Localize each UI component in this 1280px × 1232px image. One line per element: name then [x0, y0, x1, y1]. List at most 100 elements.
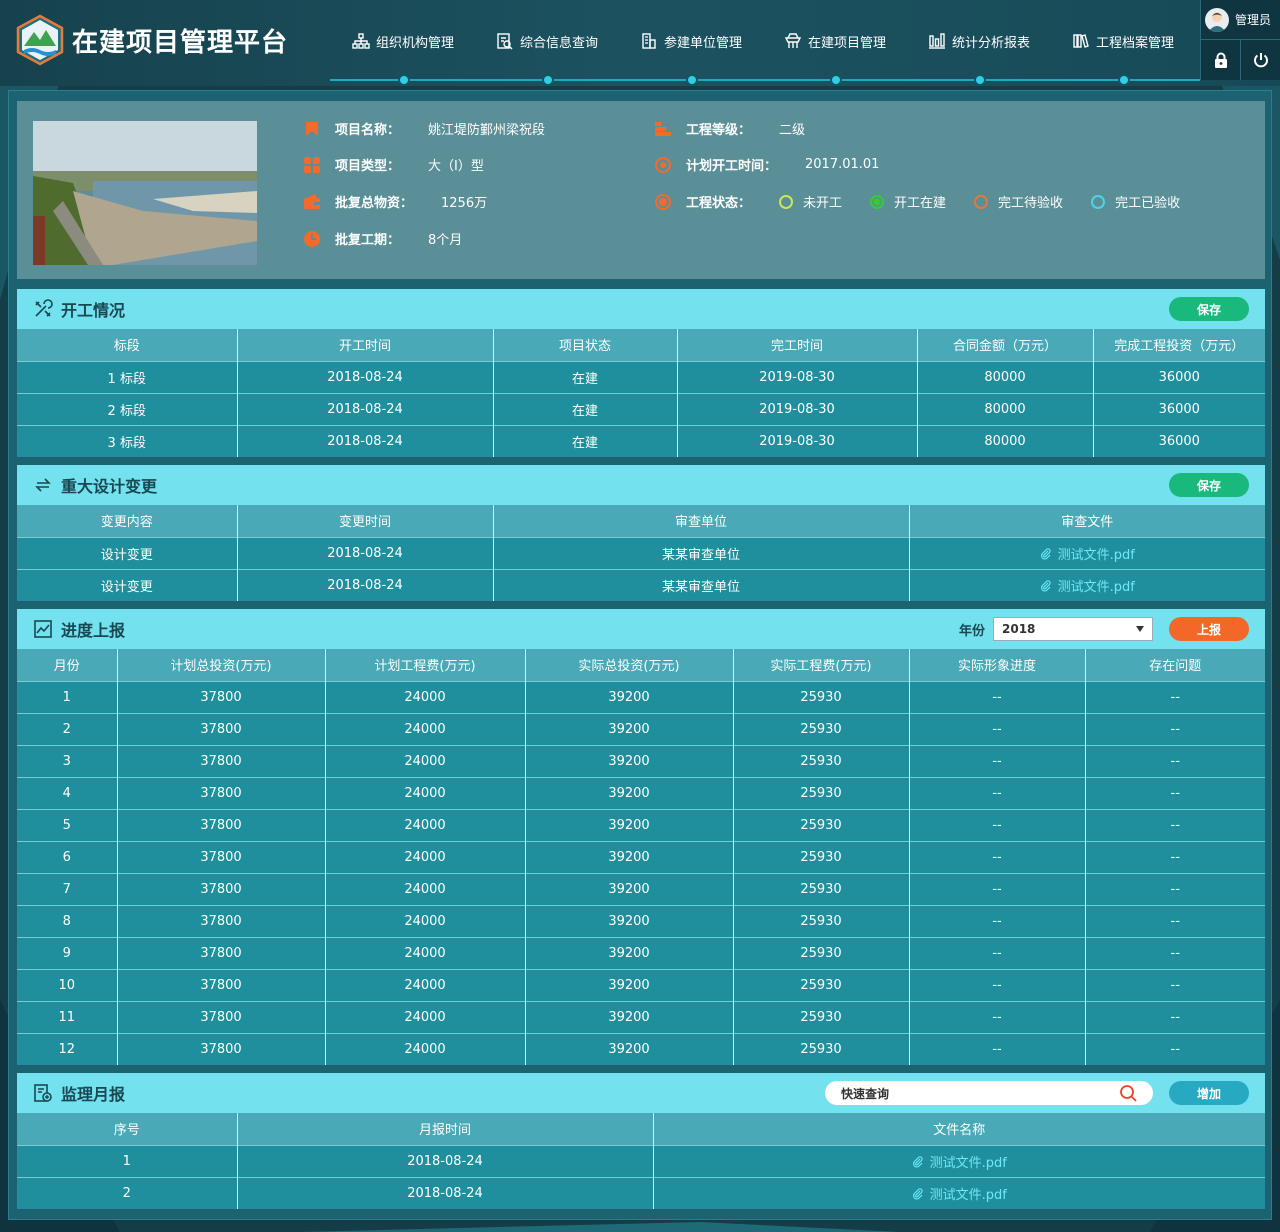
table-cell: 25930: [733, 872, 910, 905]
nav-archive-management[interactable]: 工程档案管理: [1072, 30, 1174, 52]
nav-project-management[interactable]: 在建项目管理: [784, 30, 886, 52]
table-cell: 24000: [325, 936, 526, 969]
table-cell: --: [909, 712, 1086, 745]
radio-button: [779, 194, 794, 209]
table-cell: --: [909, 808, 1086, 841]
progress-table: 月份 计划总投资(万元) 计划工程费(万元) 实际总投资(万元) 实际工程费(万元) 实际…: [17, 649, 1265, 1065]
user-info[interactable]: 管理员: [1201, 0, 1280, 40]
table-row: 1 标段 2018-08-24 在建 2019-08-30 80000 36000: [17, 360, 1265, 393]
table-cell: 39200: [525, 872, 734, 905]
file-link-cell: 测试文件.pdf: [653, 1144, 1265, 1177]
nav-underline: [330, 79, 1200, 81]
table-row: 10 37800 24000 39200 25930 -- --: [17, 968, 1265, 1001]
table-cell: 37800: [117, 808, 326, 841]
save-button[interactable]: 保存: [1169, 473, 1249, 497]
table-cell: --: [1085, 744, 1265, 777]
column-header: 计划总投资(万元): [117, 649, 326, 681]
lock-button[interactable]: [1201, 40, 1241, 80]
table-cell: 2019-08-30: [677, 392, 918, 425]
save-button[interactable]: 保存: [1169, 297, 1249, 321]
table-cell: 39200: [525, 808, 734, 841]
file-link[interactable]: 测试文件.pdf: [1058, 548, 1135, 563]
table-cell: 2018-08-24: [237, 424, 494, 457]
file-link[interactable]: 测试文件.pdf: [930, 1156, 1007, 1171]
table-row: 4 37800 24000 39200 25930 -- --: [17, 776, 1265, 809]
status-option-not-started[interactable]: 未开工: [779, 192, 842, 211]
table-cell: --: [909, 968, 1086, 1001]
table-cell: 1: [17, 1144, 238, 1177]
table-row: 7 37800 24000 39200 25930 -- --: [17, 872, 1265, 905]
table-cell: --: [1085, 872, 1265, 905]
project-type-row: 项目类型： 大（I）型: [303, 155, 484, 174]
table-cell: 24000: [325, 1032, 526, 1065]
table-cell: --: [1085, 1000, 1265, 1033]
table-cell: --: [909, 904, 1086, 937]
status-option-accepted[interactable]: 完工已验收: [1091, 192, 1180, 211]
table-cell: 2018-08-24: [237, 392, 494, 425]
file-link[interactable]: 测试文件.pdf: [930, 1188, 1007, 1203]
table-cell: 36000: [1093, 392, 1265, 425]
table-cell: 24000: [325, 744, 526, 777]
table-cell: --: [909, 840, 1086, 873]
status-option-in-construction[interactable]: 开工在建: [870, 192, 946, 211]
nav-statistics-report[interactable]: 统计分析报表: [928, 30, 1030, 52]
table-row: 5 37800 24000 39200 25930 -- --: [17, 808, 1265, 841]
table-cell: 80000: [917, 424, 1094, 457]
table-row: 3 标段 2018-08-24 在建 2019-08-30 80000 36000: [17, 424, 1265, 457]
table-cell: 25930: [733, 776, 910, 809]
project-investment: 1256万: [441, 196, 488, 211]
nav-dot: [398, 74, 410, 86]
nav-dot: [830, 74, 842, 86]
status-dot-icon: [655, 193, 671, 210]
main-panel: 项目名称： 姚江堤防鄞州梁祝段 项目类型： 大（I）型 批复总物资： 1256万…: [8, 90, 1272, 1220]
status-option-pending-acceptance[interactable]: 完工待验收: [974, 192, 1063, 211]
nav-org-management[interactable]: 组织机构管理: [352, 30, 454, 52]
search-input[interactable]: 快速查询: [825, 1081, 1153, 1105]
project-name: 姚江堤防鄞州梁祝段: [428, 123, 546, 138]
table-cell: 设计变更: [17, 568, 238, 601]
table-cell: --: [1085, 840, 1265, 873]
table-row: 11 37800 24000 39200 25930 -- --: [17, 1000, 1265, 1033]
table-cell: 37800: [117, 1032, 326, 1065]
table-cell: --: [909, 872, 1086, 905]
table-cell: 37800: [117, 712, 326, 745]
column-header: 实际工程费(万元): [733, 649, 910, 681]
start-section: 开工情况 保存 标段 开工时间 项目状态 完工时间 合同金额（万元） 完成工程投资（万元）…: [17, 289, 1265, 457]
column-header: 计划工程费(万元): [325, 649, 526, 681]
table-cell: 4: [17, 776, 118, 809]
column-header: 变更内容: [17, 505, 238, 537]
status-label: 开工在建: [894, 196, 947, 211]
column-header: 变更时间: [237, 505, 494, 537]
table-cell: 2019-08-30: [677, 360, 918, 393]
table-cell: 36000: [1093, 360, 1265, 393]
paperclip-icon: [1040, 580, 1051, 592]
power-button[interactable]: [1241, 40, 1280, 80]
year-select[interactable]: 2018: [993, 617, 1153, 641]
app-title: 在建项目管理平台: [72, 28, 289, 58]
label: 工程等级：: [686, 123, 752, 138]
file-link[interactable]: 测试文件.pdf: [1058, 580, 1135, 595]
table-row: 2 2018-08-24 测试文件.pdf: [17, 1176, 1265, 1209]
table-cell: --: [1085, 968, 1265, 1001]
table-cell: --: [909, 680, 1086, 713]
paperclip-icon: [1040, 547, 1051, 560]
table-row: 2 37800 24000 39200 25930 -- --: [17, 712, 1265, 745]
table-cell: 2: [17, 1176, 238, 1209]
table-row: 1 37800 24000 39200 25930 -- --: [17, 680, 1265, 713]
table-cell: --: [909, 744, 1086, 777]
table-cell: --: [1085, 904, 1265, 937]
table-row: 设计变更 2018-08-24 某某审查单位 测试文件.pdf: [17, 568, 1265, 601]
table-cell: 39200: [525, 744, 734, 777]
table-cell: 12: [17, 1032, 118, 1065]
project-info-card: 项目名称： 姚江堤防鄞州梁祝段 项目类型： 大（I）型 批复总物资： 1256万…: [17, 101, 1265, 279]
file-link-cell: 测试文件.pdf: [909, 536, 1265, 569]
project-duration: 8个月: [428, 233, 463, 248]
table-cell: 37800: [117, 1000, 326, 1033]
add-button[interactable]: 增加: [1169, 1081, 1249, 1105]
section-header: 开工情况 保存: [17, 289, 1265, 329]
table-cell: 37800: [117, 904, 326, 937]
nav-participant-management[interactable]: 参建单位管理: [640, 30, 742, 52]
nav-info-query[interactable]: 综合信息查询: [496, 30, 598, 52]
report-button[interactable]: 上报: [1169, 617, 1249, 641]
search-icon[interactable]: [1119, 1084, 1137, 1102]
